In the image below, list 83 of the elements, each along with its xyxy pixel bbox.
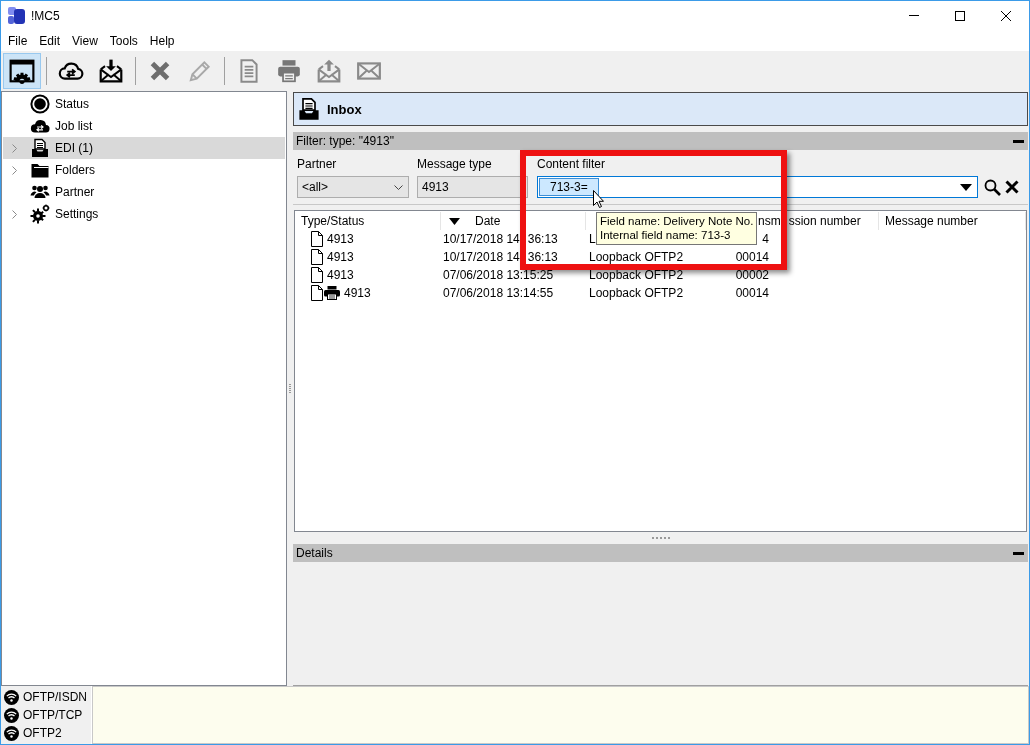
message-type-dropdown[interactable]: 4913	[417, 176, 528, 198]
grip-icon	[651, 536, 670, 539]
chevron-right-icon[interactable]	[12, 143, 17, 153]
column-header[interactable]: Message number	[885, 215, 978, 227]
content-filter-field[interactable]: 713-3=	[537, 176, 978, 198]
document-icon	[311, 231, 323, 247]
filter-token[interactable]: 713-3=	[539, 178, 599, 196]
toolbar-button[interactable]	[3, 53, 41, 89]
tree-item[interactable]: Status	[3, 93, 285, 115]
table-cell: 36:13	[527, 233, 558, 245]
window-gear-icon	[9, 58, 35, 84]
window-title: !MC5	[31, 9, 60, 22]
menu-item[interactable]: View	[66, 31, 104, 50]
table-cell: 36:13	[527, 251, 558, 263]
mouse-pointer-icon	[593, 190, 604, 208]
table-cell: 4913	[327, 233, 354, 245]
connection-label: OFTP2	[23, 727, 62, 739]
settings-icon	[30, 204, 50, 224]
app-logo-icon	[8, 7, 25, 24]
filter-summary: Filter: type: "4913"	[296, 135, 394, 147]
menu-item[interactable]: File	[2, 31, 34, 50]
table-cell: 07/06/2018 13:15:25	[443, 269, 554, 281]
document-icon	[311, 285, 323, 301]
inbox-document-icon	[30, 138, 50, 158]
search-icon[interactable]	[984, 178, 1001, 196]
close-icon	[1001, 10, 1011, 21]
field-label: Partner	[297, 157, 337, 171]
column-header[interactable]: Date	[475, 215, 501, 227]
column-header[interactable]: ssion number	[788, 215, 861, 227]
pencil-icon	[187, 58, 213, 84]
tooltip-text: Field name: Delivery Note No.	[600, 215, 753, 227]
mail-upload-icon	[316, 58, 342, 84]
tooltip-text: Internal field name: 713-3	[600, 230, 732, 242]
table-cell: 4913	[327, 251, 354, 263]
table-cell: 00014	[735, 251, 769, 263]
menu-item[interactable]: Help	[143, 31, 181, 50]
tree-item[interactable]: Settings	[3, 203, 285, 225]
tree-item[interactable]: Folders	[3, 159, 285, 181]
caret-down-icon[interactable]	[960, 183, 972, 191]
wifi-icon	[4, 689, 19, 705]
column-header[interactable]: nsm	[758, 215, 781, 227]
connection-label: OFTP/TCP	[23, 709, 83, 721]
mail-download-icon	[98, 58, 124, 84]
connection-label: OFTP/ISDN	[23, 691, 87, 703]
table-cell: 4913	[327, 269, 354, 281]
minimize-icon	[909, 15, 919, 16]
menu-item[interactable]: Edit	[33, 31, 67, 50]
table-cell: 10/17/2018 14	[443, 251, 520, 263]
field-label: Content filter	[537, 157, 606, 171]
inbox-document-icon	[297, 97, 321, 121]
column-header[interactable]: Type/Status	[301, 215, 365, 227]
wifi-icon	[4, 707, 19, 723]
tree-item[interactable]: Partner	[3, 181, 285, 203]
wifi-icon	[4, 725, 19, 741]
menu-item[interactable]: Tools	[103, 31, 144, 50]
table-cell: 10/17/2018 14	[443, 233, 520, 245]
chevron-right-icon[interactable]	[12, 209, 17, 219]
sort-down-icon[interactable]	[449, 217, 460, 225]
printer-icon	[276, 58, 302, 84]
table-cell: 4913	[344, 287, 371, 299]
table-cell: 00002	[735, 269, 769, 281]
table-cell: 4	[762, 233, 769, 245]
partner-dropdown[interactable]: <all>	[297, 176, 409, 198]
document-icon	[311, 267, 323, 283]
minus-icon[interactable]	[1013, 551, 1024, 555]
table-cell: Loopback OFTP2	[589, 269, 684, 281]
maximize-icon	[955, 10, 965, 21]
chevron-right-icon[interactable]	[12, 165, 17, 175]
table-cell: Loopback OFTP2	[589, 287, 684, 299]
clear-icon[interactable]	[1005, 180, 1019, 194]
chevron-down-icon	[394, 184, 403, 190]
table-cell: 00014	[735, 287, 769, 299]
tree-item[interactable]: EDI (1)	[3, 137, 285, 159]
tree-item[interactable]: Job list	[3, 115, 285, 137]
table-cell: L	[589, 233, 596, 245]
document-icon	[311, 249, 323, 265]
details-title: Details	[296, 547, 333, 559]
inbox-title: Inbox	[327, 102, 362, 116]
table-cell: Loopback OFTP2	[589, 251, 684, 263]
table-cell: 07/06/2018 13:14:55	[443, 287, 554, 299]
minus-icon[interactable]	[1013, 139, 1024, 143]
ring-icon	[30, 94, 50, 114]
field-label: Message type	[417, 157, 492, 171]
